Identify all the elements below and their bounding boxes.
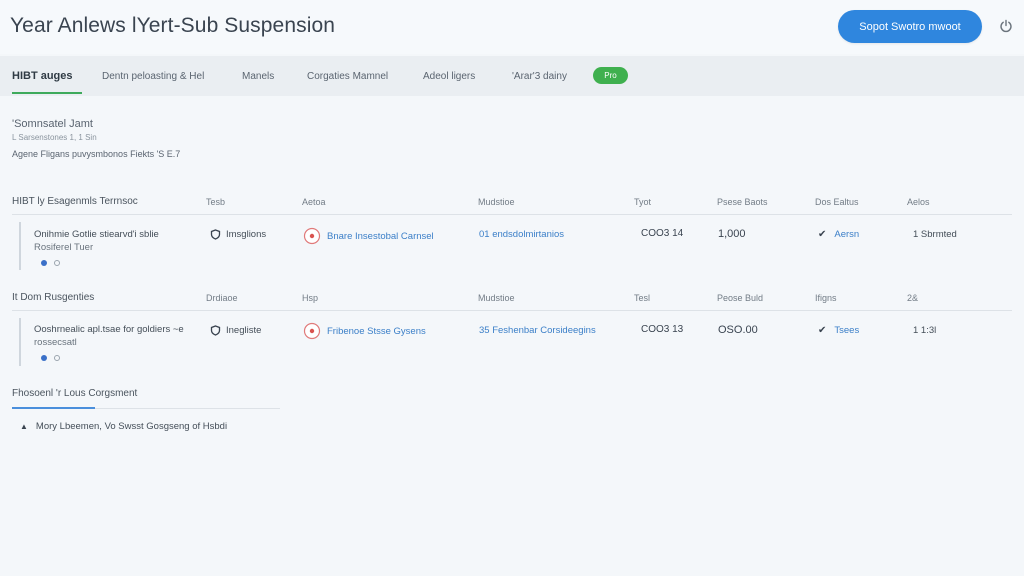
table1-header-amount: Psese Baots [717, 197, 768, 207]
table2-row-dot-active[interactable] [41, 355, 47, 361]
tab-arar-dainy[interactable]: 'Arar'3 dainy [512, 56, 567, 96]
table1-row-result: 1 Sbrmted [913, 229, 957, 240]
table2-row-module[interactable]: 35 Feshenbar Corsideegins [479, 325, 596, 336]
tab-hibt-auges[interactable]: HIBT auges [12, 56, 73, 96]
tab-adeol-ligers[interactable]: Adeol ligers [423, 56, 475, 96]
app-header: Year Anlews lYert-Sub Suspension Sopot S… [0, 0, 1024, 54]
table2-row-result: 1 1:3l [913, 325, 937, 336]
table2-header-action: Hsp [302, 293, 319, 303]
shield-icon [210, 325, 221, 336]
table2-row-dot-inactive[interactable] [54, 355, 60, 361]
table2-row-action[interactable]: Fribenoe Stsse Gysens [303, 322, 426, 340]
tab-dentn-peloasting[interactable]: Dentn peloasting & Hel [102, 56, 204, 96]
table1-row-module[interactable]: 01 endsdolmirtanios [479, 229, 564, 240]
shield-icon [210, 229, 221, 240]
active-tab-indicator [12, 92, 82, 94]
section-title[interactable]: Fhosoenl 'r Lous Corgsment [12, 388, 137, 399]
table2-row-status-label: Tsees [834, 325, 860, 336]
check-icon: ✔ [818, 325, 827, 336]
table1-row-type-label: Imsglions [226, 229, 267, 240]
table1-header-result: Aelos [907, 197, 930, 207]
table1-row-code: COO3 14 [641, 228, 684, 239]
table1-header-divider [12, 214, 1012, 215]
table1-row-status-label: Aersn [834, 229, 860, 240]
table1-row-amount: 1,000 [718, 228, 746, 240]
table2-row-name[interactable]: Ooshrnealic apl.tsae for goldiers ~e [34, 324, 184, 335]
app-title: Year Anlews lYert-Sub Suspension [10, 14, 336, 37]
table1-row-indicator [19, 222, 21, 270]
table1-row-dot-inactive[interactable] [54, 260, 60, 266]
check-icon: ✔ [818, 229, 827, 240]
table2-row-type-label: Inegliste [226, 325, 262, 336]
table2-row-subname: rossecsatl [34, 337, 77, 348]
section-active-indicator [12, 407, 95, 409]
table2-row-code: COO3 13 [641, 324, 684, 335]
table1-row-type: Imsglions [210, 229, 266, 240]
tab-manels[interactable]: Manels [242, 56, 274, 96]
table2-header-status: Ifigns [815, 293, 837, 303]
table1-header-name: HIBT ly Esagenmls Terrnsoc [12, 196, 138, 207]
info-description: Agene Fligans puvysmbonos Fiekts 'S E.7 [12, 149, 181, 159]
power-icon[interactable] [997, 17, 1015, 35]
table2-header-divider [12, 310, 1012, 311]
info-title: 'Somnsatel Jamt [12, 118, 93, 130]
table1-header-type: Tesb [206, 197, 226, 207]
table1-row-status: ✔ Aersn [818, 229, 859, 240]
status-badge: Pro [593, 67, 628, 84]
table2-row-indicator [19, 318, 21, 366]
table1-header-status: Dos Ealtus [815, 197, 859, 207]
table2-row-type: Inegliste [210, 325, 261, 336]
table2-header-amount: Peose Buld [717, 293, 764, 303]
table1-header-module: Mudstioe [478, 197, 515, 207]
primary-action-button[interactable]: Sopot Swotro mwoot [838, 10, 982, 43]
table1-row-name[interactable]: Onihmie Gotlie stiearvd'i sblie [34, 229, 159, 240]
section-item-label: Mory Lbeemen, Vo Swsst Gosgseng of Hsbdi [35, 421, 228, 432]
table2-header-module: Mudstioe [478, 293, 515, 303]
caret-up-icon: ▲ [20, 422, 28, 431]
table1-header-code: Tyot [634, 197, 652, 207]
table1-row-dot-active[interactable] [41, 260, 47, 266]
record-icon [303, 227, 321, 245]
tab-corgaties-mamnel[interactable]: Corgaties Mamnel [307, 56, 388, 96]
section-divider [95, 408, 280, 409]
table2-row-amount: OSO.00 [718, 324, 758, 336]
table1-row-subname: Rosiferel Tuer [34, 242, 94, 253]
table2-row-action-label: Fribenoe Stsse Gysens [327, 325, 426, 337]
table2-row-status: ✔ Tsees [818, 325, 859, 336]
table1-header-action: Aetoa [302, 197, 326, 207]
record-icon [303, 322, 321, 340]
table2-header-code: Tesl [634, 293, 651, 303]
table2-header-name: It Dom Rusgenties [12, 292, 95, 303]
table1-row-action-label: Bnare Insestobal Carnsel [327, 230, 434, 242]
table2-header-type: Drdiaoe [206, 293, 238, 303]
section-item[interactable]: ▲ Mory Lbeemen, Vo Swsst Gosgseng of Hsb… [20, 421, 227, 432]
table1-row-action[interactable]: Bnare Insestobal Carnsel [303, 227, 434, 245]
table2-header-result: 2& [907, 293, 919, 303]
info-subtitle: L Sarsenstones 1, 1 Sin [12, 133, 97, 142]
